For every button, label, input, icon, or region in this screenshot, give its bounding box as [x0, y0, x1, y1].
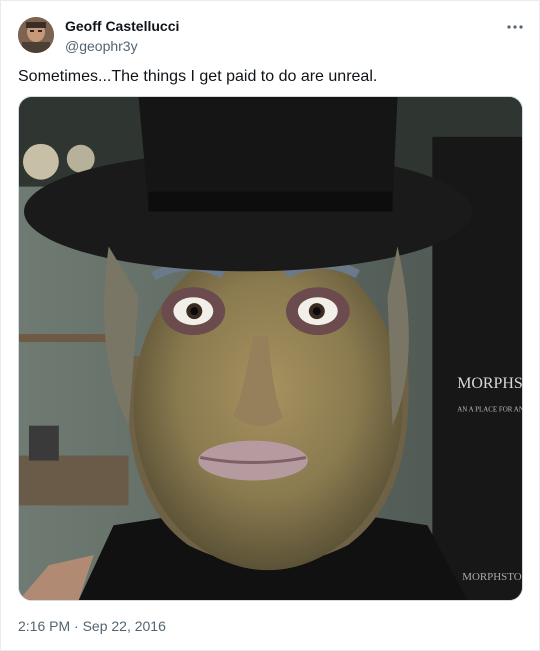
more-options-button[interactable]: [503, 17, 527, 37]
author-handle[interactable]: @geophr3y: [65, 38, 138, 54]
poster-text: MORPHSTO: [457, 375, 522, 392]
poster-text-bottom: MORPHSTO: [462, 571, 521, 583]
user-avatar-icon: [18, 17, 54, 53]
author-name[interactable]: Geoff Castellucci: [65, 18, 179, 34]
tweet-card: Geoff Castellucci @geophr3y Sometimes...…: [0, 0, 540, 651]
poster-subtext: AN A PLACE FOR AN O: [457, 406, 522, 414]
tweet-text: Sometimes...The things I get paid to do …: [18, 68, 378, 85]
tweet-photo[interactable]: MORPHSTO AN A PLACE FOR AN O MORPHSTO: [18, 96, 523, 601]
avatar[interactable]: [18, 17, 54, 53]
more-horizontal-icon: [507, 25, 523, 29]
photo-image: MORPHSTO AN A PLACE FOR AN O MORPHSTO: [19, 97, 522, 600]
tweet-timestamp[interactable]: 2:16 PM · Sep 22, 2016: [18, 618, 166, 634]
